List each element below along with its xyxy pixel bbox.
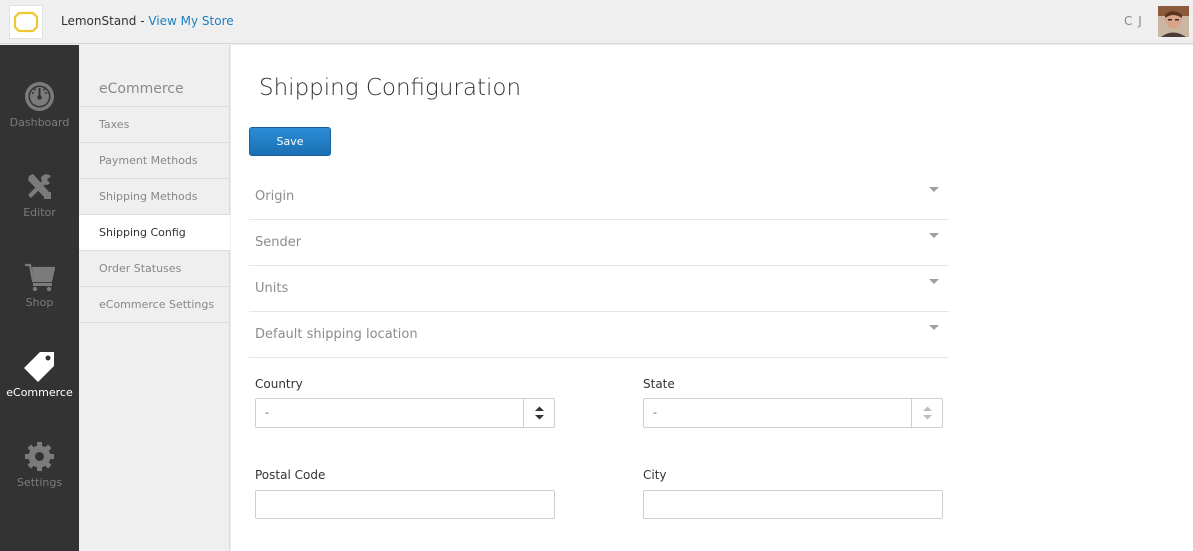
state-value: - [653,406,657,419]
nav-label-shop: Shop [25,296,54,309]
store-separator: - [136,14,149,28]
postal-code-label: Postal Code [255,468,326,482]
subnav-item-shipping-config[interactable]: Shipping Config [79,215,230,251]
top-bar: LemonStand - View My Store C J [0,0,1193,44]
store-title: LemonStand - View My Store [61,14,234,28]
section-sender[interactable]: Sender [249,220,949,266]
select-arrows-icon [523,399,554,427]
select-arrows-icon [911,399,942,427]
gear-icon [25,442,54,471]
save-button[interactable]: Save [249,127,331,156]
nav-item-shop[interactable]: Shop [0,261,79,341]
subnav-item-taxes[interactable]: Taxes [79,107,230,143]
section-default-shipping-location[interactable]: Default shipping location [249,312,949,358]
city-input[interactable] [643,490,943,519]
nav-label-settings: Settings [16,476,63,489]
user-initials[interactable]: C J [1124,14,1143,28]
tools-icon [28,174,51,199]
store-name: LemonStand [61,14,137,28]
main-sidebar: Dashboard Editor Shop eCommerce Settings [0,45,79,551]
postal-code-input[interactable] [255,490,555,519]
country-value: - [265,406,269,419]
section-label: Units [255,281,289,296]
secondary-sidebar: eCommerce Taxes Payment Methods Shipping… [79,45,230,551]
nav-item-dashboard[interactable]: Dashboard [0,81,79,161]
country-label: Country [255,377,303,391]
page-title: Shipping Configuration [259,75,522,101]
lemonstand-logo[interactable] [9,5,43,39]
chevron-down-icon [929,233,939,238]
avatar[interactable] [1158,6,1189,37]
state-select[interactable]: - [643,398,943,428]
nav-label-dashboard: Dashboard [9,116,70,129]
nav-item-ecommerce[interactable]: eCommerce [0,351,79,431]
nav-item-editor[interactable]: Editor [0,171,79,251]
section-label: Sender [255,235,302,250]
section-label: Default shipping location [255,327,418,342]
price-tag-icon [24,352,54,382]
subnav-item-payment-methods[interactable]: Payment Methods [79,143,230,179]
nav-label-editor: Editor [23,206,56,219]
section-units[interactable]: Units [249,266,949,312]
city-label: City [643,468,667,482]
user-avatar-icon [1158,6,1189,37]
section-origin[interactable]: Origin [249,174,949,220]
shopping-cart-icon [25,263,55,292]
country-select[interactable]: - [255,398,555,428]
nav-item-settings[interactable]: Settings [0,441,79,521]
chevron-down-icon [929,187,939,192]
chevron-down-icon [929,279,939,284]
subnav-item-order-statuses[interactable]: Order Statuses [79,251,230,287]
section-label: Origin [255,189,295,204]
nav-label-ecommerce: eCommerce [6,386,73,399]
state-label: State [643,377,675,391]
subnav-title: eCommerce [99,81,184,97]
lemon-logo-icon [13,11,39,33]
dashboard-gauge-icon [25,82,54,111]
subnav-item-shipping-methods[interactable]: Shipping Methods [79,179,230,215]
view-my-store-link[interactable]: View My Store [148,14,233,28]
chevron-down-icon [929,325,939,330]
subnav-item-ecommerce-settings[interactable]: eCommerce Settings [79,287,230,323]
main-content: Shipping Configuration Save Origin Sende… [231,45,1193,551]
